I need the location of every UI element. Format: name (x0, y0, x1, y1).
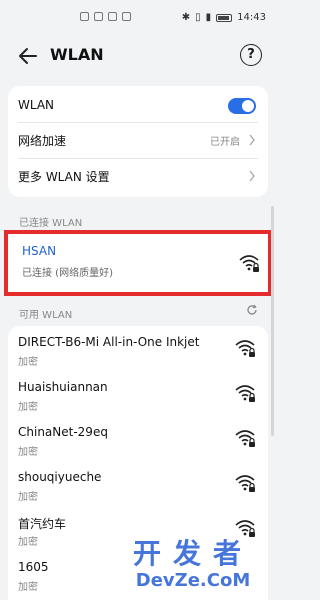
network-ssid: 1605 (18, 560, 49, 574)
refresh-icon[interactable] (246, 304, 258, 316)
network-security: 加密 (18, 537, 38, 548)
network-ssid: DIRECT-B6-Mi All-in-One Inkjet (18, 335, 200, 349)
more-wlan-settings-row[interactable]: 更多 WLAN 设置 (18, 166, 258, 188)
app-header: WLAN ? (0, 38, 276, 76)
status-bar: ✱ ▯ ▮ 14:43 (0, 0, 276, 38)
status-notification-icons (80, 12, 131, 21)
network-ssid: Huaishuiannan (18, 380, 108, 394)
connected-ssid: HSAN (22, 244, 57, 258)
status-system-icons: ✱ ▯ ▮ 14:43 (182, 12, 266, 23)
sim2-icon (94, 12, 103, 21)
signal-icon: ▮ (205, 12, 212, 23)
watermark-bottom-text: DevZe.CoM (135, 570, 251, 591)
network-item[interactable]: Huaishuiannan 加密 (18, 371, 258, 416)
chevron-right-icon (249, 134, 255, 146)
network-item[interactable]: DIRECT-B6-Mi All-in-One Inkjet 加密 (18, 326, 258, 371)
available-section-heading: 可用 WLAN (19, 310, 73, 321)
connected-status: 已连接 (网络质量好) (22, 268, 113, 279)
divider (18, 158, 258, 159)
network-acceleration-value: 已开启 (210, 137, 240, 148)
network-security: 加密 (18, 402, 38, 413)
wifi-locked-icon (235, 475, 255, 492)
help-button[interactable]: ? (240, 44, 262, 66)
network-security: 加密 (18, 357, 38, 368)
network-ssid: ChinaNet-29eq (18, 425, 108, 439)
watermark-top-text: 开发者 (132, 537, 253, 570)
network-security: 加密 (18, 492, 38, 503)
wifi-status-icon (108, 12, 117, 21)
wifi-locked-icon (235, 430, 255, 447)
chevron-right-icon (249, 170, 255, 182)
back-arrow-icon[interactable] (16, 44, 40, 68)
divider (18, 122, 258, 123)
wifi-locked-icon (235, 385, 255, 402)
network-item[interactable]: shouqiyueche 加密 (18, 461, 258, 506)
bluetooth-icon: ✱ (181, 12, 191, 23)
network-security: 加密 (18, 447, 38, 458)
clock: 14:43 (237, 12, 266, 23)
network-ssid: shouqiyueche (18, 470, 102, 484)
page-title: WLAN (50, 45, 104, 64)
wifi-locked-icon (235, 340, 255, 357)
connected-section-heading: 已连接 WLAN (19, 218, 83, 229)
wifi-locked-icon (239, 255, 259, 272)
network-item[interactable]: ChinaNet-29eq 加密 (18, 416, 258, 461)
wlan-toggle-row[interactable]: WLAN (18, 96, 258, 118)
sim-icon (80, 12, 89, 21)
battery-icon (216, 13, 233, 22)
network-security: 加密 (18, 582, 38, 593)
network-ssid: 首汽约车 (18, 517, 67, 531)
wlan-toggle[interactable] (228, 98, 256, 114)
connected-network-item[interactable]: HSAN 已连接 (网络质量好) (4, 230, 272, 296)
more-wlan-settings-label: 更多 WLAN 设置 (18, 170, 110, 184)
wlan-label: WLAN (18, 98, 55, 112)
message-icon (122, 12, 131, 21)
network-acceleration-label: 网络加速 (18, 134, 67, 148)
watermark-logo: 开发者 DevZe.CoM (118, 532, 268, 594)
scrollbar[interactable] (271, 206, 274, 436)
vibrate-icon: ▯ (195, 12, 201, 23)
network-acceleration-row[interactable]: 网络加速 已开启 (18, 130, 258, 152)
settings-card: WLAN 网络加速 已开启 更多 WLAN 设置 (8, 86, 268, 197)
